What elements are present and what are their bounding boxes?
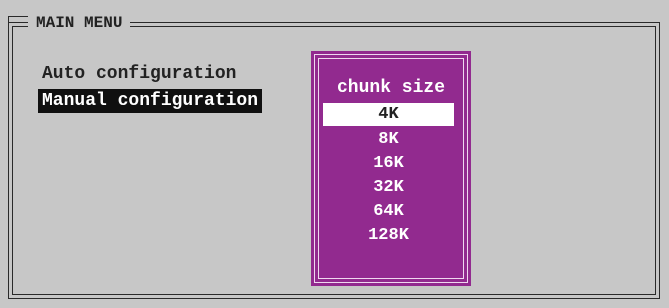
popup-title: chunk size	[336, 78, 446, 98]
bios-screen: MAIN MENU Auto configuration Manual conf…	[0, 0, 669, 308]
menu-item-manual-configuration[interactable]: Manual configuration	[38, 89, 263, 113]
menu-item-auto-configuration[interactable]: Auto configuration	[38, 62, 240, 86]
main-menu-title: MAIN MENU	[28, 12, 131, 34]
chunk-size-popup: chunk size 4K 8K 16K 32K 64K 128K	[311, 51, 471, 286]
chunk-size-option-4k[interactable]: 4K	[323, 103, 454, 126]
chunk-size-option-128k[interactable]: 128K	[323, 224, 454, 247]
chunk-size-option-8k[interactable]: 8K	[323, 128, 454, 151]
chunk-size-option-16k[interactable]: 16K	[323, 152, 454, 175]
chunk-size-option-32k[interactable]: 32K	[323, 176, 454, 199]
chunk-size-option-64k[interactable]: 64K	[323, 200, 454, 223]
